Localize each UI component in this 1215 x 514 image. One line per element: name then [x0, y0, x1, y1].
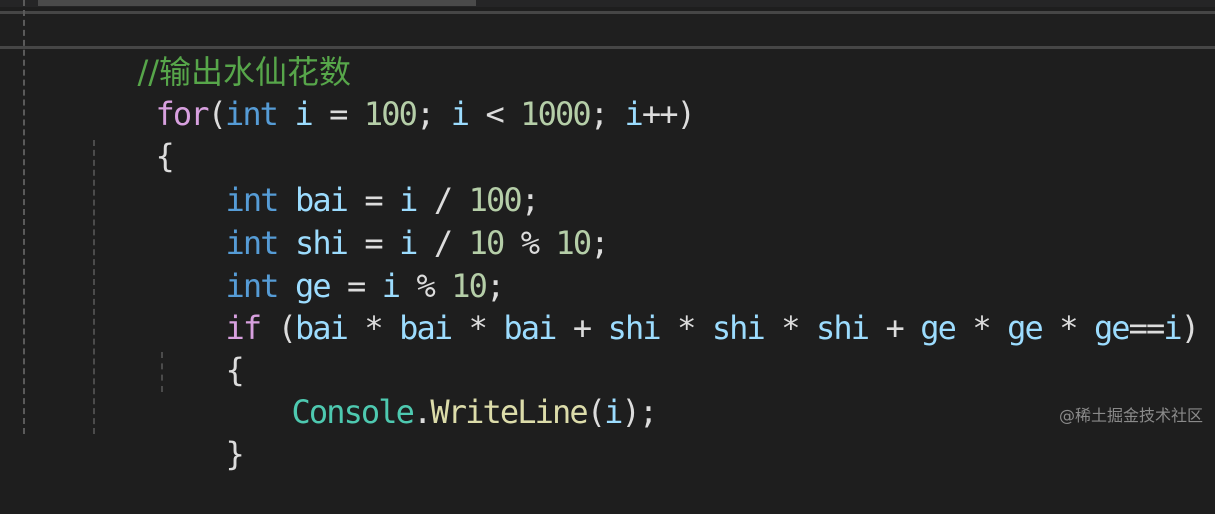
variable-token: ge	[1007, 309, 1044, 347]
punct-token: );	[621, 393, 658, 431]
variable-token: ge	[920, 309, 957, 347]
code-line-brace-open[interactable]: {	[86, 96, 174, 175]
operator-token: +	[555, 309, 608, 347]
operator-token: *	[451, 309, 504, 347]
scrollbar-thumb[interactable]	[38, 0, 476, 6]
operator-token: =	[311, 95, 364, 133]
operator-token: ==	[1128, 309, 1166, 347]
punct-token: ;	[589, 95, 625, 133]
operator-token: +	[868, 309, 921, 347]
variable-token: i	[624, 95, 643, 133]
operator-token: *	[763, 309, 817, 347]
variable-token: bai	[503, 309, 557, 347]
variable-token: shi	[607, 309, 662, 347]
code-line-if-brace-open[interactable]: {	[156, 310, 244, 389]
operator-token: <	[468, 95, 521, 133]
method-token: WriteLine	[430, 393, 588, 431]
operator-token: %	[503, 224, 556, 262]
variable-token: i	[604, 393, 623, 431]
code-line-console[interactable]: Console.WriteLine(i);	[222, 352, 658, 431]
variable-token: i	[450, 95, 470, 133]
paren: )	[676, 95, 696, 133]
variable-token: shi	[711, 309, 766, 347]
operator-token: *	[954, 309, 1008, 347]
variable-token: i	[1163, 309, 1182, 347]
watermark: @稀土掘金技术社区	[1058, 406, 1203, 425]
operator-token: *	[1041, 309, 1094, 347]
variable-token: ge	[1093, 309, 1131, 347]
code-line-for[interactable]: for(int i = 100; i < 1000; i++)	[86, 54, 695, 133]
paren: (	[586, 393, 606, 431]
number-token: 10	[555, 224, 593, 262]
paren: (	[260, 309, 297, 347]
punct-token: ;	[416, 95, 451, 133]
variable-token: shi	[816, 309, 870, 347]
variable-token: bai	[294, 309, 349, 347]
operator-token: *	[659, 309, 712, 347]
code-editor[interactable]: //输出水仙花数 for(int i = 100; i < 1000; i++)…	[0, 0, 1215, 473]
code-line-if[interactable]: if (bai * bai * bai + shi * shi * shi + …	[156, 268, 1200, 347]
code-line-comment[interactable]: //输出水仙花数	[68, 12, 351, 91]
variable-token: bai	[399, 309, 453, 347]
horizontal-scrollbar[interactable]	[0, 0, 1215, 7]
int-keyword: int	[224, 95, 279, 133]
code-line-if-brace-close[interactable]: }	[156, 394, 244, 473]
paren: (	[207, 95, 227, 133]
code-line-ge[interactable]: int ge = i % 10;	[156, 226, 505, 305]
gutter-guide	[23, 0, 25, 434]
code-line-bai[interactable]: int bai = i / 100;	[156, 140, 540, 219]
operator-token: ++	[641, 95, 679, 133]
operator-token: *	[347, 309, 400, 347]
punct-token: .	[413, 393, 432, 431]
number-token: 100	[363, 95, 418, 133]
punct-token: ;	[590, 224, 609, 262]
brace-token: }	[225, 435, 244, 473]
variable-token: i	[294, 95, 313, 133]
type-token: Console	[291, 393, 414, 431]
code-line-shi[interactable]: int shi = i / 10 % 10;	[156, 183, 609, 262]
number-token: 1000	[520, 95, 591, 133]
paren: )	[1180, 309, 1200, 347]
